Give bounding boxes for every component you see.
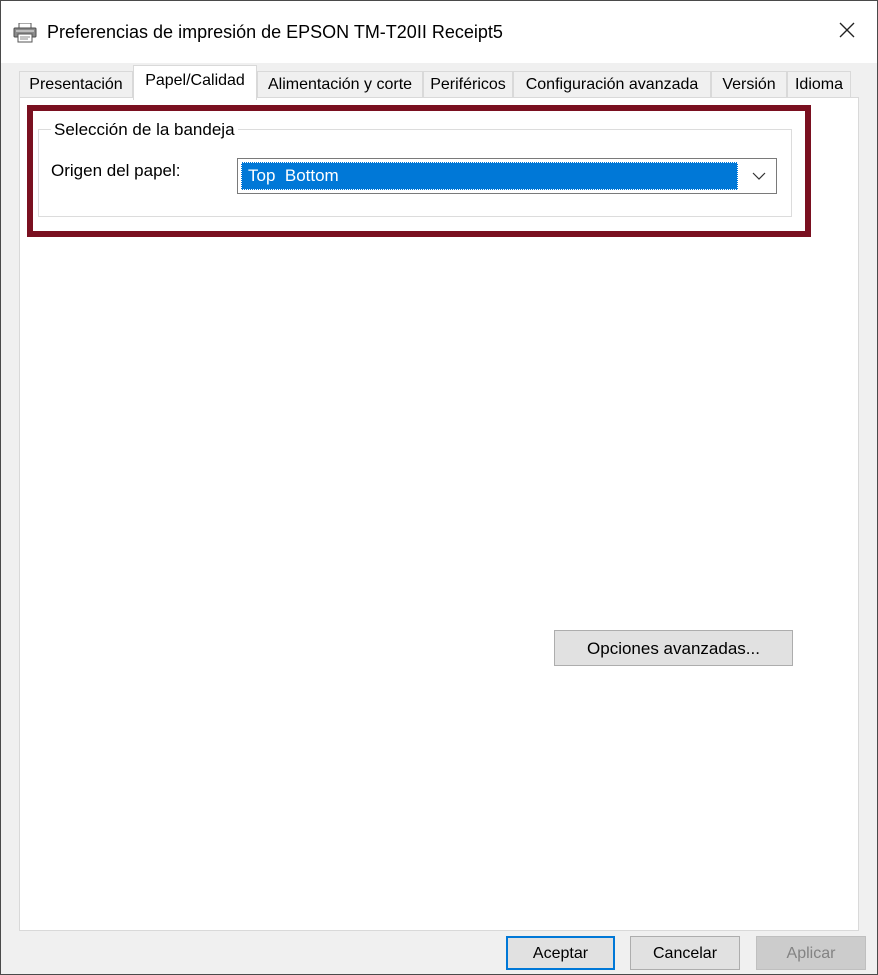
ok-button[interactable]: Aceptar <box>506 936 615 970</box>
chevron-down-icon[interactable] <box>746 163 772 189</box>
apply-button[interactable]: Aplicar <box>756 936 866 970</box>
title-bar: Preferencias de impresión de EPSON TM-T2… <box>1 1 877 63</box>
tab-presentacion[interactable]: Presentación <box>19 71 133 98</box>
paper-source-dropdown[interactable]: Top Bottom <box>237 158 777 194</box>
tab-papel-calidad[interactable]: Papel/Calidad <box>133 65 257 100</box>
print-preferences-window: Preferencias de impresión de EPSON TM-T2… <box>0 0 878 975</box>
tab-alimentacion-corte[interactable]: Alimentación y corte <box>257 71 423 98</box>
window-title: Preferencias de impresión de EPSON TM-T2… <box>47 22 503 42</box>
paper-source-selected-value: Top Bottom <box>241 162 738 190</box>
tab-configuracion-avanzada[interactable]: Configuración avanzada <box>513 71 711 98</box>
tab-panel <box>19 97 859 931</box>
close-icon <box>839 22 855 43</box>
tray-selection-legend: Selección de la bandeja <box>51 119 238 141</box>
tab-idioma[interactable]: Idioma <box>787 71 851 98</box>
paper-source-label: Origen del papel: <box>51 161 181 180</box>
cancel-button[interactable]: Cancelar <box>630 936 740 970</box>
tab-version[interactable]: Versión <box>711 71 787 98</box>
advanced-options-button[interactable]: Opciones avanzadas... <box>554 630 793 666</box>
close-button[interactable] <box>817 1 877 63</box>
printer-icon <box>13 22 37 43</box>
tab-perifericos[interactable]: Periféricos <box>423 71 513 98</box>
tab-strip: Presentación Papel/Calidad Alimentación … <box>1 63 877 100</box>
